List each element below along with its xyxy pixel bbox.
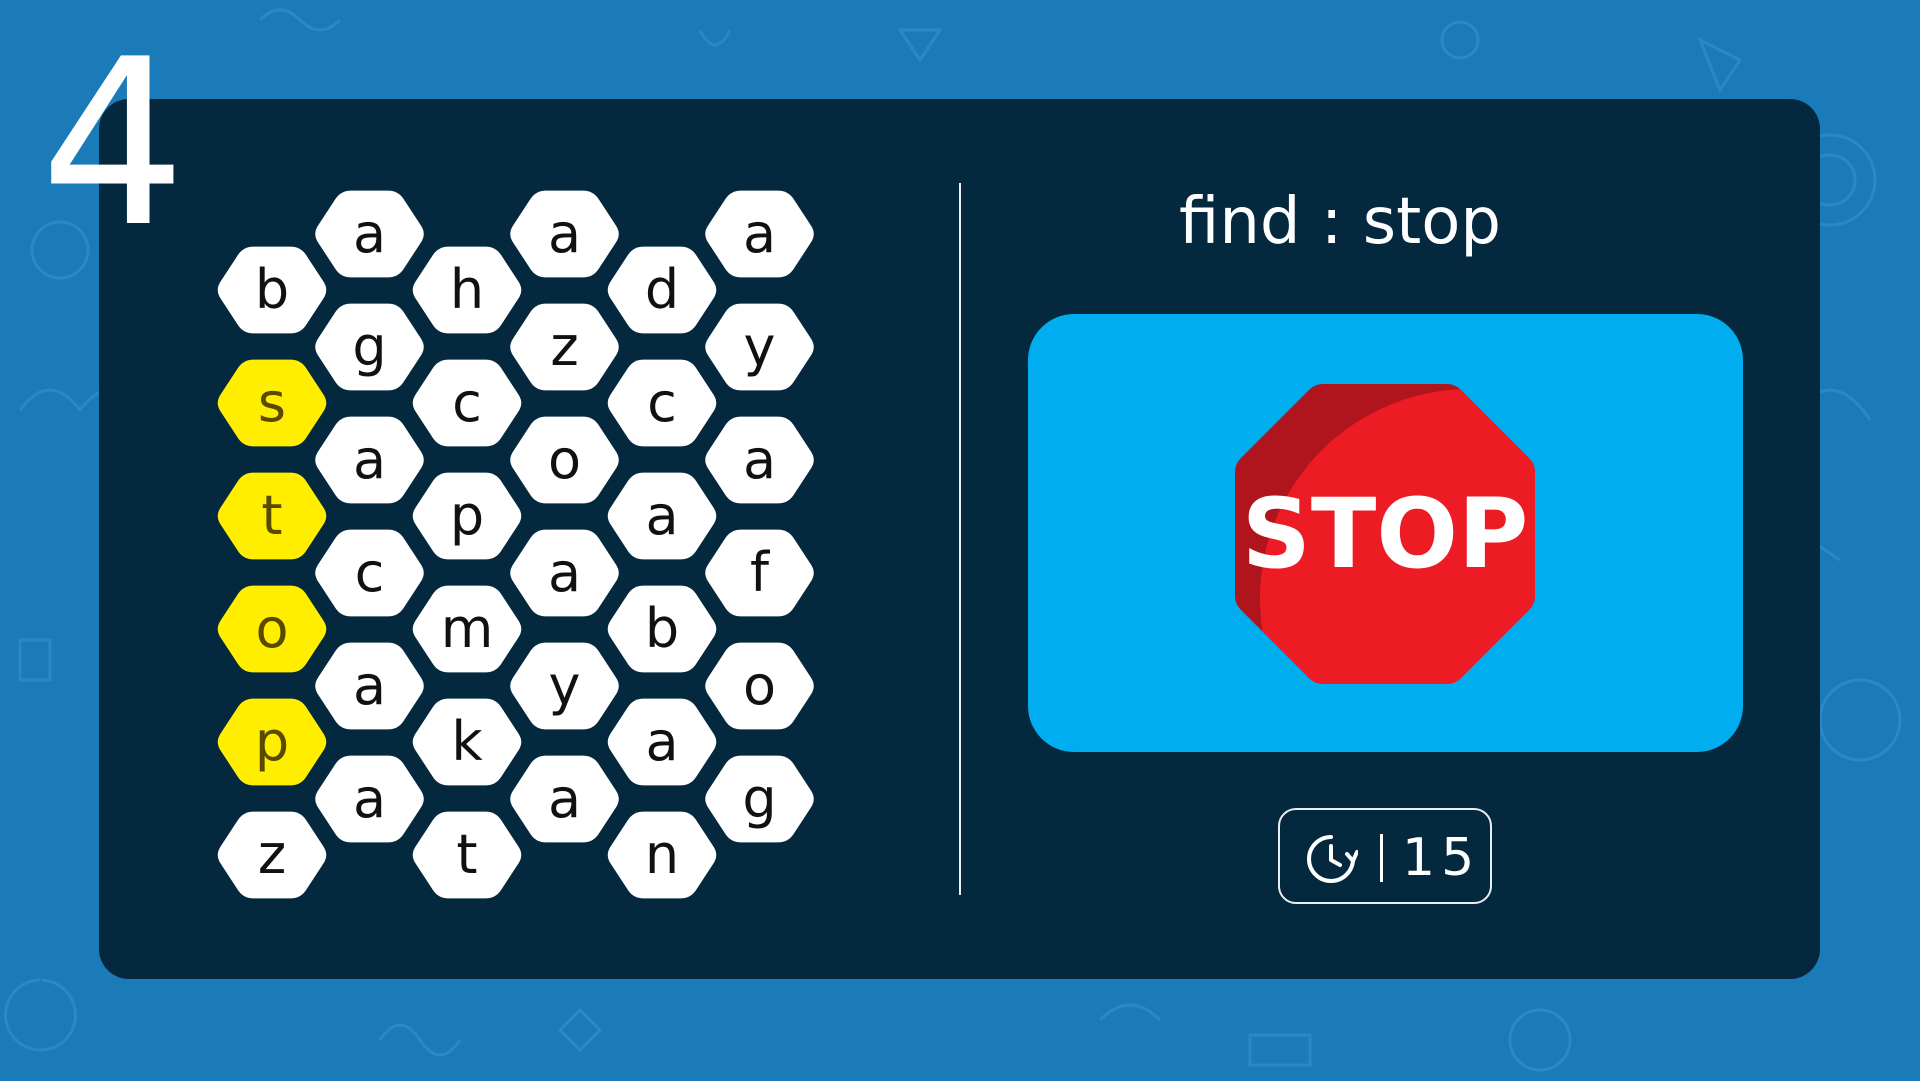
tile-letter: m	[441, 597, 494, 660]
letter-tile-found[interactable]: o	[217, 585, 327, 673]
letter-tile[interactable]: t	[412, 811, 522, 899]
tile-letter: d	[645, 258, 679, 321]
tile-letter: z	[550, 315, 578, 378]
tile-letter: a	[743, 428, 776, 491]
letter-tile[interactable]: p	[412, 472, 522, 560]
timer-value: 15	[1402, 828, 1481, 888]
letter-tile[interactable]: z	[217, 811, 327, 899]
letter-tile[interactable]: a	[315, 755, 424, 843]
tile-letter: p	[255, 710, 289, 773]
letter-tile[interactable]: b	[217, 246, 327, 334]
letter-tile[interactable]: a	[705, 190, 814, 278]
letter-tile[interactable]: h	[412, 246, 522, 334]
level-number: 4	[40, 11, 187, 278]
stop-sign-text: STOP	[1242, 478, 1529, 590]
letter-tile-found[interactable]: s	[217, 359, 327, 447]
letter-tile[interactable]: y	[510, 642, 619, 730]
tile-letter: y	[549, 654, 581, 717]
tile-letter: a	[353, 202, 386, 265]
tile-letter: a	[743, 202, 776, 265]
tile-letter: f	[750, 541, 771, 604]
letter-tile-found[interactable]: t	[217, 472, 327, 560]
find-prompt: find : stop	[1179, 185, 1501, 259]
letter-tile[interactable]: m	[412, 585, 522, 673]
tile-letter: o	[548, 428, 581, 491]
clock-timer-icon	[1307, 835, 1358, 883]
tile-letter: a	[645, 710, 678, 773]
tile-letter: k	[451, 710, 483, 773]
tile-letter: g	[742, 767, 776, 830]
letter-tile[interactable]: a	[607, 472, 717, 560]
letter-tile-found[interactable]: p	[217, 698, 327, 786]
tile-letter: a	[645, 484, 678, 547]
letter-tile[interactable]: d	[607, 246, 717, 334]
target-image-panel: STOP	[1028, 314, 1743, 752]
tile-letter: t	[261, 484, 282, 547]
tile-letter: p	[450, 484, 484, 547]
tile-letter: o	[255, 597, 288, 660]
tile-letter: t	[456, 823, 477, 886]
tile-letter: a	[548, 541, 581, 604]
letter-tile[interactable]: n	[607, 811, 717, 899]
tile-letter: g	[352, 315, 386, 378]
tile-letter: y	[744, 315, 776, 378]
letter-tile[interactable]: b	[607, 585, 717, 673]
letter-tile[interactable]: a	[510, 190, 619, 278]
letter-tile[interactable]: o	[705, 642, 814, 730]
stop-sign-icon: STOP	[1235, 384, 1535, 684]
tile-letter: c	[355, 541, 385, 604]
letter-tile[interactable]: c	[315, 529, 424, 617]
tile-letter: c	[452, 371, 482, 434]
tile-letter: b	[645, 597, 679, 660]
letter-tile[interactable]: o	[510, 416, 619, 504]
letter-tile[interactable]: a	[315, 190, 424, 278]
tile-letter: o	[743, 654, 776, 717]
letter-tile[interactable]: a	[510, 755, 619, 843]
tile-letter: a	[548, 202, 581, 265]
tile-letter: a	[353, 428, 386, 491]
tile-letter: a	[548, 767, 581, 830]
tile-letter: n	[645, 823, 679, 886]
letter-tile[interactable]: a	[315, 416, 424, 504]
letter-tile[interactable]: a	[705, 416, 814, 504]
letter-tile[interactable]: g	[315, 303, 424, 391]
letter-tile[interactable]: g	[705, 755, 814, 843]
letter-tile[interactable]: f	[705, 529, 814, 617]
tile-letter: z	[258, 823, 286, 886]
timer-separator	[1380, 834, 1383, 882]
letter-tile[interactable]: a	[607, 698, 717, 786]
letter-tile[interactable]: c	[607, 359, 717, 447]
letter-tile[interactable]: k	[412, 698, 522, 786]
letter-tile[interactable]: c	[412, 359, 522, 447]
timer-badge: 15	[1278, 808, 1492, 904]
tile-letter: c	[647, 371, 677, 434]
letter-tile[interactable]: a	[510, 529, 619, 617]
panel-divider	[959, 183, 961, 895]
tile-letter: h	[450, 258, 484, 321]
tile-letter: a	[353, 654, 386, 717]
tile-letter: s	[258, 371, 286, 434]
letter-tile[interactable]: z	[510, 303, 619, 391]
tile-letter: b	[255, 258, 289, 321]
letter-tile[interactable]: y	[705, 303, 814, 391]
tile-letter: a	[353, 767, 386, 830]
letter-tile[interactable]: a	[315, 642, 424, 730]
